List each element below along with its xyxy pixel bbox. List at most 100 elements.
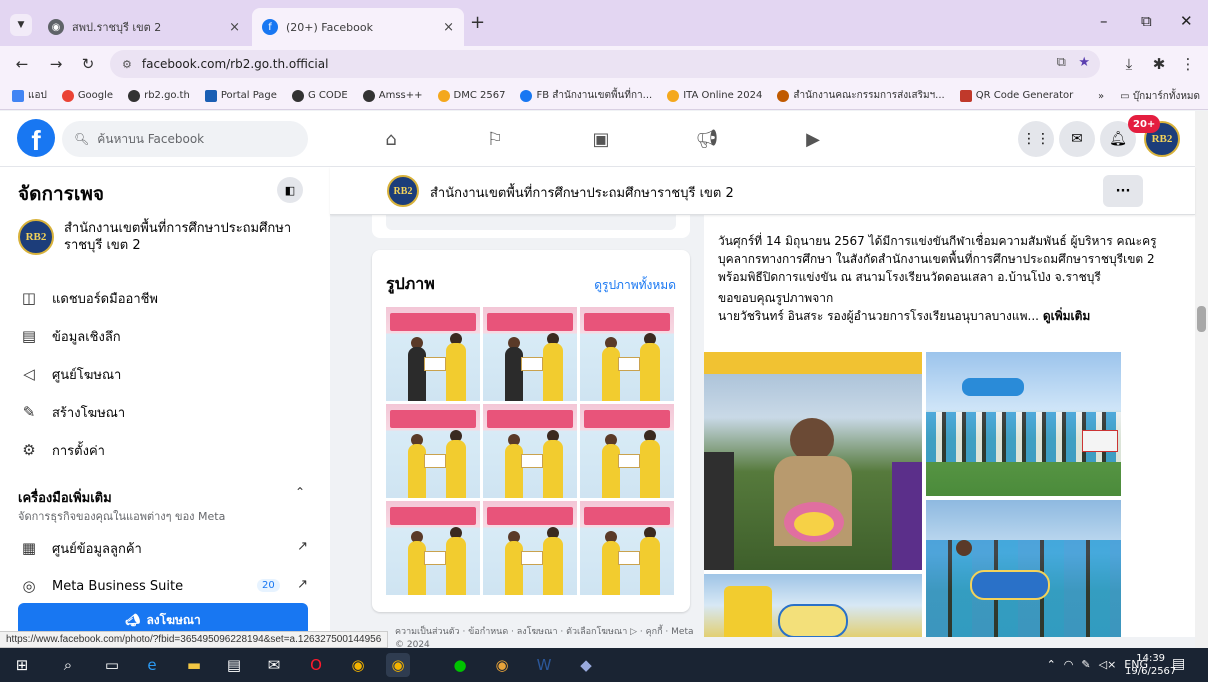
sidebar-title: จัดการเพจ [18,183,105,205]
flame-icon [667,89,680,102]
bookmark-item[interactable]: FB สำนักงานเขตพื้นที่กา... [520,88,652,103]
taskbar-clock[interactable]: 14:39 19/6/2567 [1125,652,1176,678]
bookmarks-overflow-button[interactable]: » [1098,91,1104,102]
line-icon[interactable]: ● [448,653,472,677]
minimize-button[interactable]: – [1100,12,1108,30]
mail-icon[interactable]: ✉ [262,653,286,677]
collapse-sidebar-icon[interactable]: ◧ [277,177,303,203]
bookmark-item[interactable]: G CODE [291,89,348,102]
tab-facebook[interactable]: f (20+) Facebook × [252,8,464,46]
home-icon[interactable]: ⌂ [378,127,404,151]
close-window-button[interactable]: ✕ [1180,12,1193,30]
photo-thumbnail[interactable] [483,404,577,498]
bookmark-item[interactable]: rb2.go.th [128,89,190,102]
app-icon[interactable]: ◆ [574,653,598,677]
task-view-icon[interactable]: ▭ [100,653,124,677]
bookmark-item[interactable]: QR Code Generator [959,89,1073,102]
tab-close-button[interactable]: × [443,20,454,35]
word-icon[interactable]: W [532,653,556,677]
opera-icon[interactable]: O [304,653,328,677]
forward-icon[interactable]: → [44,52,68,76]
chevron-up-icon[interactable]: ⌃ [295,485,305,499]
chrome-icon[interactable]: ◉ [346,653,370,677]
manage-page-sidebar: จัดการเพจ ◧ RB2 สำนักงานเขตพื้นที่การศึก… [0,167,330,637]
wifi-icon[interactable]: ◠ [1064,658,1074,671]
see-all-photos-link[interactable]: ดูรูปภาพทั้งหมด [594,276,676,295]
tab-rb2[interactable]: ◉ สพป.ราชบุรี เขต 2 × [38,8,250,46]
bookmark-item[interactable]: สำนักงานคณะกรรมการส่งเสริมฯ... [777,88,945,103]
sidebar-item-create-ad[interactable]: ✎ สร้างโฆษณา [18,401,125,423]
more-options-button[interactable]: ··· [1103,175,1143,207]
sidebar-item-dashboard[interactable]: ◫ แดชบอร์ดมืออาชีพ [18,287,158,309]
store-icon[interactable]: ▤ [222,653,246,677]
google-icon [61,89,74,102]
post-photo[interactable] [926,352,1121,496]
notification-center-icon[interactable]: ▤ [1172,656,1185,672]
tab-close-button[interactable]: × [229,20,240,35]
post-photo[interactable] [704,574,922,637]
dashboard-icon[interactable]: ▣ [588,127,614,151]
menu-grid-icon[interactable]: ⋮⋮ [1018,121,1054,157]
bookmark-item[interactable]: Amss++ [362,89,423,102]
facebook-logo-icon[interactable]: f [17,119,55,157]
bookmark-item[interactable]: Google [61,89,113,102]
video-icon[interactable]: ▶ [800,127,826,151]
sidebar-item-business-suite[interactable]: ◎ Meta Business Suite [18,575,183,597]
post-paragraph: วันศุกร์ที่ 14 มิถุนายน 2567 ได้มีการแข่… [718,234,1157,284]
menu-icon[interactable]: ⋮ [1176,52,1200,76]
see-more-link[interactable]: ดูเพิ่มเติม [1043,309,1091,323]
back-icon[interactable]: ← [10,52,34,76]
all-bookmarks-folder[interactable]: ▭ บุ๊กมาร์กทั้งหมด [1120,89,1200,104]
file-explorer-icon[interactable]: ▬ [182,653,206,677]
new-tab-button[interactable]: + [470,12,485,33]
megaphone-icon[interactable]: 📢︎ [694,127,720,151]
photo-thumbnail[interactable] [386,307,480,401]
bookmark-item[interactable]: ITA Online 2024 [667,89,762,102]
photo-thumbnail[interactable] [386,404,480,498]
photo-thumbnail[interactable] [386,501,480,595]
flag-icon[interactable]: ⚐ [482,127,508,151]
pen-icon[interactable]: ✎ [1081,658,1090,671]
bookmark-star-icon[interactable]: ⧉ ★ [1057,55,1090,70]
volume-icon[interactable]: ◁× [1099,658,1117,671]
page-avatar: RB2 [18,219,54,255]
sidebar-item-insights[interactable]: ▤ ข้อมูลเชิงลึก [18,325,121,347]
chrome-icon[interactable]: ◉ [386,653,410,677]
sidebar-page-switcher[interactable]: RB2 สำนักงานเขตพื้นที่การศึกษาประถมศึกษา… [18,219,294,255]
page-scrollbar[interactable] [1195,111,1208,648]
browser-toolbar: ← → ↻ ⚙ facebook.com/rb2.go.th.official … [0,46,1208,82]
extensions-icon[interactable]: ✱ [1147,52,1171,76]
search-icon[interactable]: ⌕ [56,653,80,677]
bookmark-item[interactable]: DMC 2567 [437,89,505,102]
tab-search-button[interactable]: ▼ [10,14,32,36]
post-photo[interactable] [926,500,1121,637]
photo-thumbnail[interactable] [580,404,674,498]
sidebar-item-customer-center[interactable]: ▦ ศูนย์ข้อมูลลูกค้า [18,537,142,559]
reload-icon[interactable]: ↻ [76,52,100,76]
bookmark-item[interactable]: Portal Page [204,89,277,102]
bookmark-item[interactable]: แอป [12,88,47,103]
messenger-icon[interactable]: ✉ [1059,121,1095,157]
more-tools-subtitle: จัดการธุรกิจของคุณในแอพต่างๆ ของ Meta [18,510,226,523]
site-info-icon[interactable]: ⚙ [122,58,132,71]
page-header-name[interactable]: สำนักงานเขตพื้นที่การศึกษาประถมศึกษาราชบ… [430,182,734,203]
photo-thumbnail[interactable] [483,501,577,595]
business-suite-count: 20 [257,579,280,592]
chevron-up-icon[interactable]: ⌃ [1047,658,1056,671]
chrome-profile-icon[interactable]: ◉ [490,653,514,677]
edge-icon[interactable]: e [140,653,164,677]
scrollbar-thumb[interactable] [1197,306,1206,332]
apps-icon [12,89,24,102]
restore-button[interactable]: ⧉ [1141,12,1152,30]
address-bar[interactable]: ⚙ facebook.com/rb2.go.th.official ⧉ ★ [110,50,1100,78]
sidebar-item-settings[interactable]: ⚙ การตั้งค่า [18,439,105,461]
windows-start-icon[interactable]: ⊞ [10,653,34,677]
page-avatar[interactable]: RB2 [387,175,419,207]
photo-thumbnail[interactable] [580,307,674,401]
post-photo[interactable] [704,352,922,570]
photo-thumbnail[interactable] [580,501,674,595]
download-icon[interactable]: ⤓ [1117,52,1141,76]
photo-thumbnail[interactable] [483,307,577,401]
search-input[interactable]: 🔍︎ ค้นหาบน Facebook [62,121,308,157]
sidebar-item-ad-center[interactable]: ◁ ศูนย์โฆษณา [18,363,121,385]
